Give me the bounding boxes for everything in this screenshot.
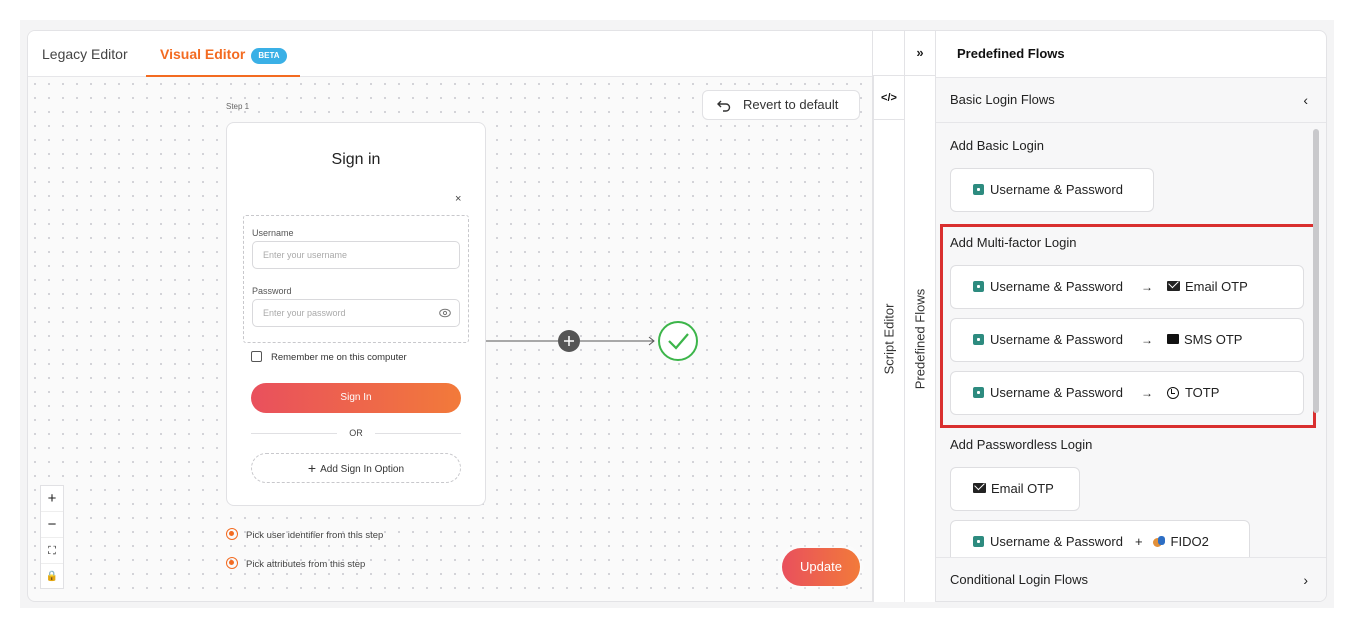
plus-separator: + (1134, 534, 1143, 549)
mail-icon (1166, 281, 1180, 291)
undo-icon (717, 100, 731, 112)
fido-icon (1152, 536, 1165, 548)
arrow-right-icon: → (1140, 333, 1153, 347)
panel-scrollbar[interactable] (1313, 129, 1319, 413)
mfa-email-otp-flow[interactable]: Username & Password → Email OTP (950, 265, 1304, 309)
eye-icon[interactable] (439, 308, 451, 318)
flow-label: Email OTP (991, 481, 1054, 496)
flow-first-label: Username & Password (990, 385, 1123, 400)
sign-in-title: Sign in (331, 151, 381, 168)
basic-login-title: Add Basic Login (950, 138, 1044, 153)
plus-icon: + (307, 460, 317, 476)
success-icon (658, 321, 698, 361)
flow-label: Username & Password (990, 182, 1123, 197)
mail-icon (973, 483, 986, 493)
chevron-left-icon: ‹ (1303, 92, 1308, 108)
script-editor-tab[interactable]: Script Editor (882, 304, 897, 375)
lock-canvas-button[interactable]: 🔒 (41, 564, 63, 590)
add-option-label: Add Sign In Option (320, 464, 405, 475)
or-divider: OR (251, 428, 461, 438)
panel-title: Predefined Flows (957, 46, 1065, 61)
passwordless-fido2-flow[interactable]: Username & Password + FIDO2 (950, 520, 1250, 557)
flow-connector (486, 321, 698, 361)
flow-canvas[interactable]: Revert to default Step 1 Sign in × Usern… (28, 77, 872, 601)
revert-to-default-button[interactable]: Revert to default (702, 90, 860, 120)
flow-second-label: Email OTP (1184, 279, 1248, 294)
lock-icon (973, 184, 984, 195)
tab-legacy-editor[interactable]: Legacy Editor (42, 31, 128, 77)
beta-badge: BETA (251, 48, 287, 64)
password-label: Password (252, 286, 292, 296)
fit-view-button[interactable]: ⛶ (41, 538, 63, 564)
flow-first-label: Username & Password (990, 279, 1123, 294)
chevron-right-icon: › (1303, 572, 1308, 588)
predefined-flows-tab[interactable]: Predefined Flows (913, 289, 928, 389)
script-strip-top (873, 30, 904, 76)
revert-label: Revert to default (743, 97, 839, 112)
tab-visual-label: Visual Editor (160, 46, 246, 62)
username-input[interactable]: Enter your username (252, 241, 460, 269)
lock-icon (973, 281, 984, 292)
sms-icon (1166, 326, 1179, 368)
add-sign-in-option-button[interactable]: + Add Sign In Option (251, 453, 461, 483)
sign-in-button[interactable]: Sign In (251, 383, 461, 413)
passwordless-login-title: Add Passwordless Login (950, 437, 1093, 452)
basic-username-password-flow[interactable]: Username & Password (950, 168, 1154, 212)
flow-second-label: SMS OTP (1183, 332, 1243, 347)
basic-login-flows-label: Basic Login Flows (950, 92, 1055, 107)
tab-visual-editor[interactable]: Visual Editor BETA (146, 31, 300, 77)
lock-icon (973, 536, 984, 547)
close-icon[interactable]: × (455, 193, 461, 205)
lock-icon (973, 387, 984, 398)
pick-attributes-label: Pick attributes from this step (246, 559, 366, 570)
passwordless-email-otp-flow[interactable]: Email OTP (950, 467, 1080, 511)
sign-in-step-card[interactable]: Sign in × Username Enter your username P… (226, 122, 486, 506)
pick-identifier-option[interactable]: Pick user identifier from this step (226, 528, 383, 541)
flow-second-label: FIDO2 (1170, 534, 1209, 549)
script-editor-strip[interactable]: </> Script Editor (873, 76, 904, 602)
zoom-in-button[interactable]: + (41, 486, 63, 512)
flow-first-label: Username & Password (990, 332, 1123, 347)
arrow-right-icon: → (1140, 280, 1153, 294)
zoom-out-button[interactable]: − (41, 512, 63, 538)
step-label: Step 1 (226, 102, 250, 111)
visual-editor: Legacy Editor Visual Editor BETA Revert t… (27, 30, 873, 602)
update-button[interactable]: Update (782, 548, 860, 586)
collapse-panel-icon[interactable]: » (904, 30, 935, 76)
clock-icon (1166, 387, 1179, 399)
conditional-login-flows-label: Conditional Login Flows (950, 572, 1089, 587)
tab-legacy-label: Legacy Editor (42, 46, 128, 62)
add-step-icon[interactable] (558, 330, 580, 352)
editor-tabs: Legacy Editor Visual Editor BETA (28, 31, 872, 77)
predefined-flows-panel: Predefined Flows Basic Login Flows ‹ Add… (935, 30, 1327, 602)
radio-selected-icon[interactable] (226, 528, 238, 540)
flows-list[interactable]: Add Basic Login Username & Password Add … (936, 123, 1326, 557)
lock-icon (973, 334, 984, 345)
code-icon[interactable]: </> (874, 76, 904, 120)
radio-selected-icon[interactable] (226, 557, 238, 569)
zoom-controls: + − ⛶ 🔒 (40, 485, 64, 589)
mfa-login-title: Add Multi-factor Login (950, 235, 1077, 250)
basic-auth-fields[interactable]: Username Enter your username Password En… (243, 215, 469, 343)
conditional-login-flows-header[interactable]: Conditional Login Flows › (936, 557, 1326, 601)
flow-second-label: TOTP (1184, 385, 1220, 400)
username-label: Username (252, 228, 294, 238)
remember-me-row: Remember me on this computer (251, 351, 407, 363)
pick-identifier-label: Pick user identifier from this step (246, 530, 384, 541)
mfa-totp-flow[interactable]: Username & Password → TOTP (950, 371, 1304, 415)
arrow-right-icon: → (1140, 386, 1153, 400)
pick-attributes-option[interactable]: Pick attributes from this step (226, 557, 365, 570)
remember-me-checkbox[interactable] (251, 351, 262, 362)
remember-me-label: Remember me on this computer (271, 352, 407, 363)
mfa-sms-otp-flow[interactable]: Username & Password → SMS OTP (950, 318, 1304, 368)
password-placeholder: Enter your password (263, 308, 346, 318)
password-input[interactable]: Enter your password (252, 299, 460, 327)
username-placeholder: Enter your username (263, 250, 348, 260)
predefined-flows-strip[interactable]: Predefined Flows (904, 76, 935, 602)
basic-login-flows-header[interactable]: Basic Login Flows ‹ (936, 77, 1326, 123)
flow-first-label: Username & Password (990, 534, 1123, 549)
